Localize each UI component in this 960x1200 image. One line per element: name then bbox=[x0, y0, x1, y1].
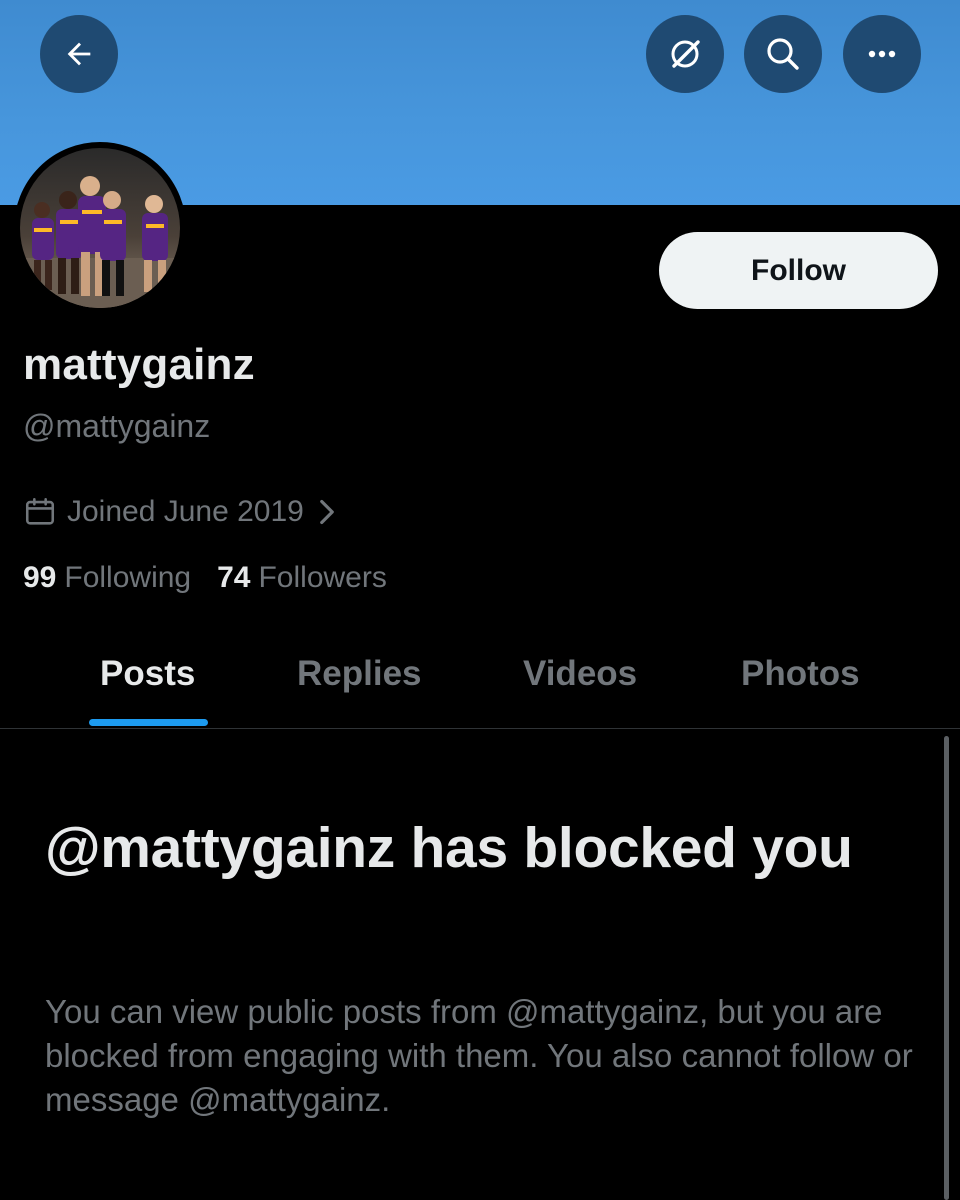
profile-tabs: Posts Replies Videos Photos bbox=[0, 640, 960, 729]
followers-count: 74 bbox=[217, 561, 251, 594]
following-link[interactable]: 99 Following bbox=[23, 561, 191, 595]
joined-date-row[interactable]: Joined June 2019 bbox=[23, 490, 338, 534]
scrollbar[interactable] bbox=[944, 736, 949, 1200]
calendar-icon bbox=[23, 495, 57, 529]
joined-date-label: Joined June 2019 bbox=[67, 495, 304, 528]
following-label: Following bbox=[64, 561, 192, 594]
tab-photos[interactable]: Photos bbox=[741, 654, 860, 694]
grok-icon bbox=[665, 34, 705, 74]
active-tab-indicator bbox=[89, 719, 208, 726]
followers-link[interactable]: 74 Followers bbox=[217, 561, 387, 595]
search-icon bbox=[763, 34, 803, 74]
grok-button[interactable] bbox=[646, 15, 724, 93]
arrow-left-icon bbox=[62, 37, 96, 71]
back-button[interactable] bbox=[40, 15, 118, 93]
tab-replies[interactable]: Replies bbox=[297, 654, 422, 694]
blocked-title: @mattygainz has blocked you bbox=[45, 816, 853, 880]
profile-page: Follow mattygainz @mattygainz Joined Jun… bbox=[0, 0, 960, 1200]
chevron-right-icon bbox=[316, 498, 338, 526]
follow-button[interactable]: Follow bbox=[659, 232, 938, 309]
more-options-button[interactable] bbox=[843, 15, 921, 93]
follow-stats: 99 Following 74 Followers bbox=[23, 561, 413, 595]
avatar-photo bbox=[20, 148, 180, 308]
followers-label: Followers bbox=[258, 561, 387, 594]
user-handle: @mattygainz bbox=[23, 408, 211, 444]
tab-videos[interactable]: Videos bbox=[523, 654, 637, 694]
search-button[interactable] bbox=[744, 15, 822, 93]
blocked-description: You can view public posts from @mattygai… bbox=[45, 993, 913, 1118]
avatar[interactable] bbox=[14, 142, 186, 314]
following-count: 99 bbox=[23, 561, 57, 594]
more-horizontal-icon bbox=[862, 34, 902, 74]
display-name: mattygainz bbox=[23, 340, 255, 389]
tab-posts[interactable]: Posts bbox=[100, 654, 195, 694]
